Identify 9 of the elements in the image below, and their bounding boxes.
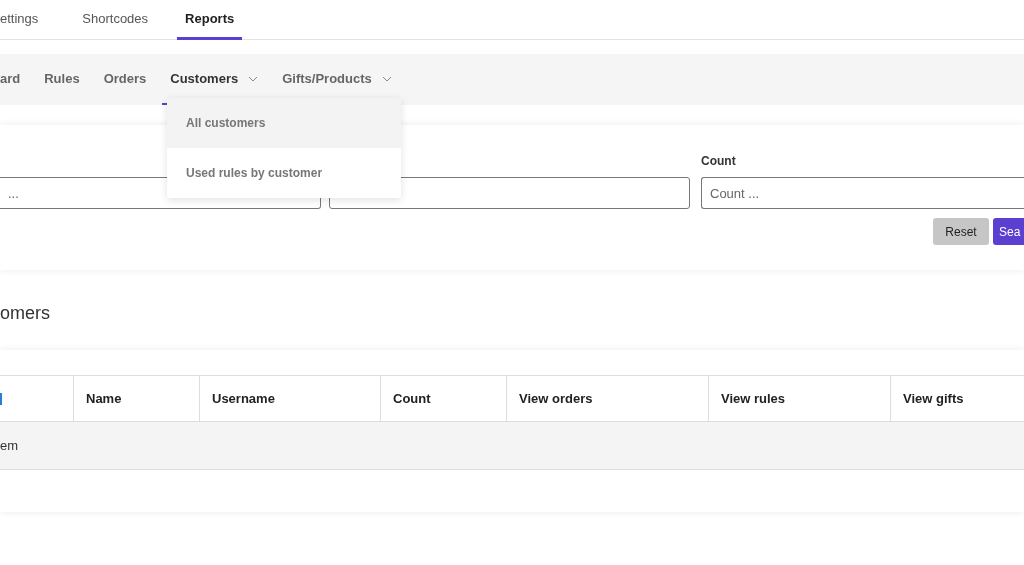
column-header: Count <box>393 389 431 408</box>
section-heading: omers <box>0 302 51 325</box>
field-label: Count <box>701 153 737 170</box>
table-cell-text: em <box>0 436 19 455</box>
column-header: Username <box>212 389 275 408</box>
column-header: View orders <box>519 389 593 408</box>
column-header: View rules <box>721 389 786 408</box>
column-header: Name <box>86 389 122 408</box>
column-header: View gifts <box>903 389 964 408</box>
